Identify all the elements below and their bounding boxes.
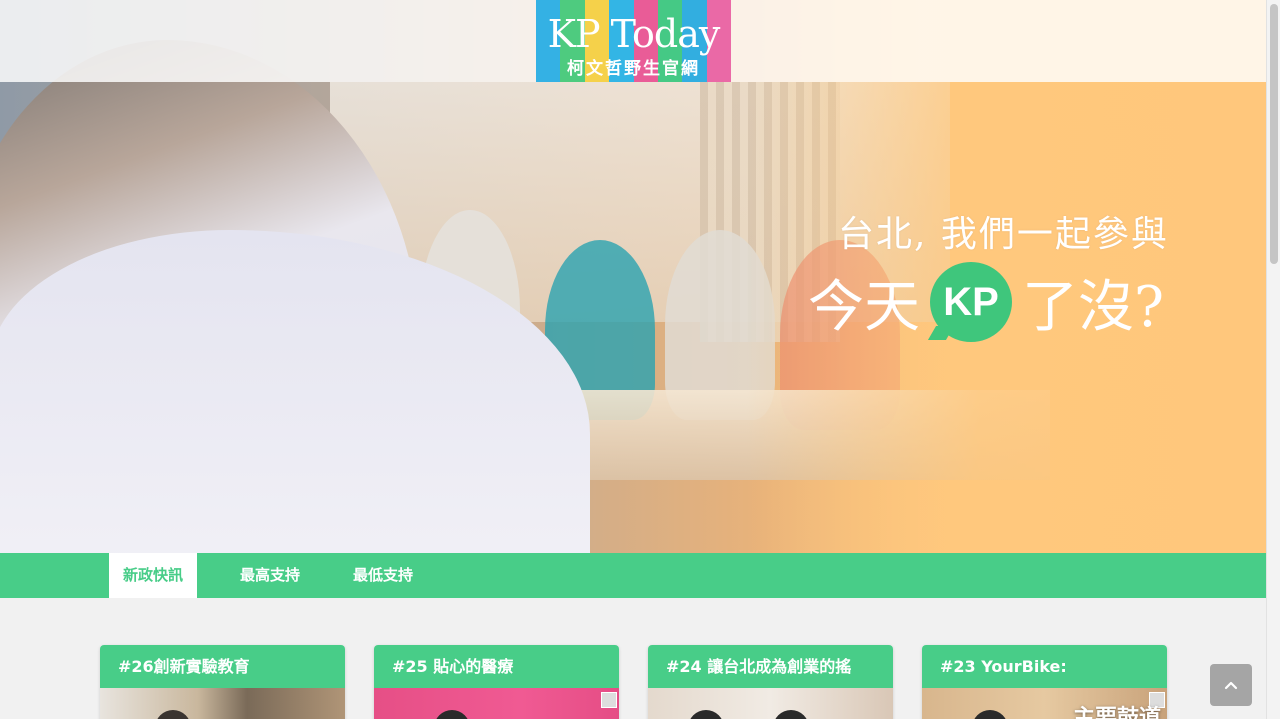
policy-card-thumbnail: 主要鼓道 <box>922 688 1167 719</box>
hero-tagline-line1: 台北, 我們一起參與 <box>838 214 1169 255</box>
policy-card[interactable]: #24 讓台北成為創業的搖 <box>648 645 893 719</box>
back-to-top-button[interactable] <box>1210 664 1252 706</box>
tab-lowest-support[interactable]: 最低支持 <box>339 553 427 598</box>
policy-card-title: #24 讓台北成為創業的搖 <box>648 645 893 688</box>
kp-bubble-badge: KP <box>930 262 1012 342</box>
policy-card-thumbnail <box>648 688 893 719</box>
policy-card-thumbnail <box>100 688 345 719</box>
logo-title: KP Today <box>547 12 721 56</box>
page-scrollbar[interactable] <box>1266 0 1280 719</box>
thumbnail-person <box>434 710 470 719</box>
kp-bubble-text: KP <box>943 279 999 324</box>
policy-card[interactable]: #26創新實驗教育 <box>100 645 345 719</box>
hero-tagline-pre: 今天 <box>808 274 920 340</box>
policy-card-thumbnail <box>374 688 619 719</box>
chevron-up-icon <box>1224 681 1238 690</box>
thumbnail-person <box>155 710 191 719</box>
logo-subtitle: 柯文哲野生官網 <box>567 59 700 79</box>
scrollbar-thumb[interactable] <box>1270 4 1278 264</box>
thumbnail-person <box>972 710 1008 719</box>
policy-card[interactable]: #23 YourBike: 主要鼓道 <box>922 645 1167 719</box>
category-tab-bar: 新政快訊 最高支持 最低支持 <box>0 553 1266 598</box>
thumbnail-overlay-text: 主要鼓道 <box>1072 706 1161 719</box>
policy-card-title: #23 YourBike: <box>922 645 1167 688</box>
hero-banner: 台北, 我們一起參與 今天 KP 了沒? <box>0 0 1266 553</box>
thumbnail-person <box>773 710 809 719</box>
policy-card[interactable]: #25 貼心的醫療 <box>374 645 619 719</box>
hero-tagline-line2: 今天 KP 了沒? <box>808 262 1164 342</box>
site-logo[interactable]: KP Today 柯文哲野生官網 <box>536 0 731 82</box>
tab-latest-news[interactable]: 新政快訊 <box>109 553 198 598</box>
thumbnail-person <box>688 710 724 719</box>
thumbnail-avatar <box>601 692 617 708</box>
logo-text: KP Today 柯文哲野生官網 <box>536 0 731 82</box>
policy-card-title: #26創新實驗教育 <box>100 645 345 688</box>
hero-tagline-post: 了沒? <box>1022 274 1165 340</box>
tab-highest-support[interactable]: 最高支持 <box>226 553 314 598</box>
policy-card-title: #25 貼心的醫療 <box>374 645 619 688</box>
